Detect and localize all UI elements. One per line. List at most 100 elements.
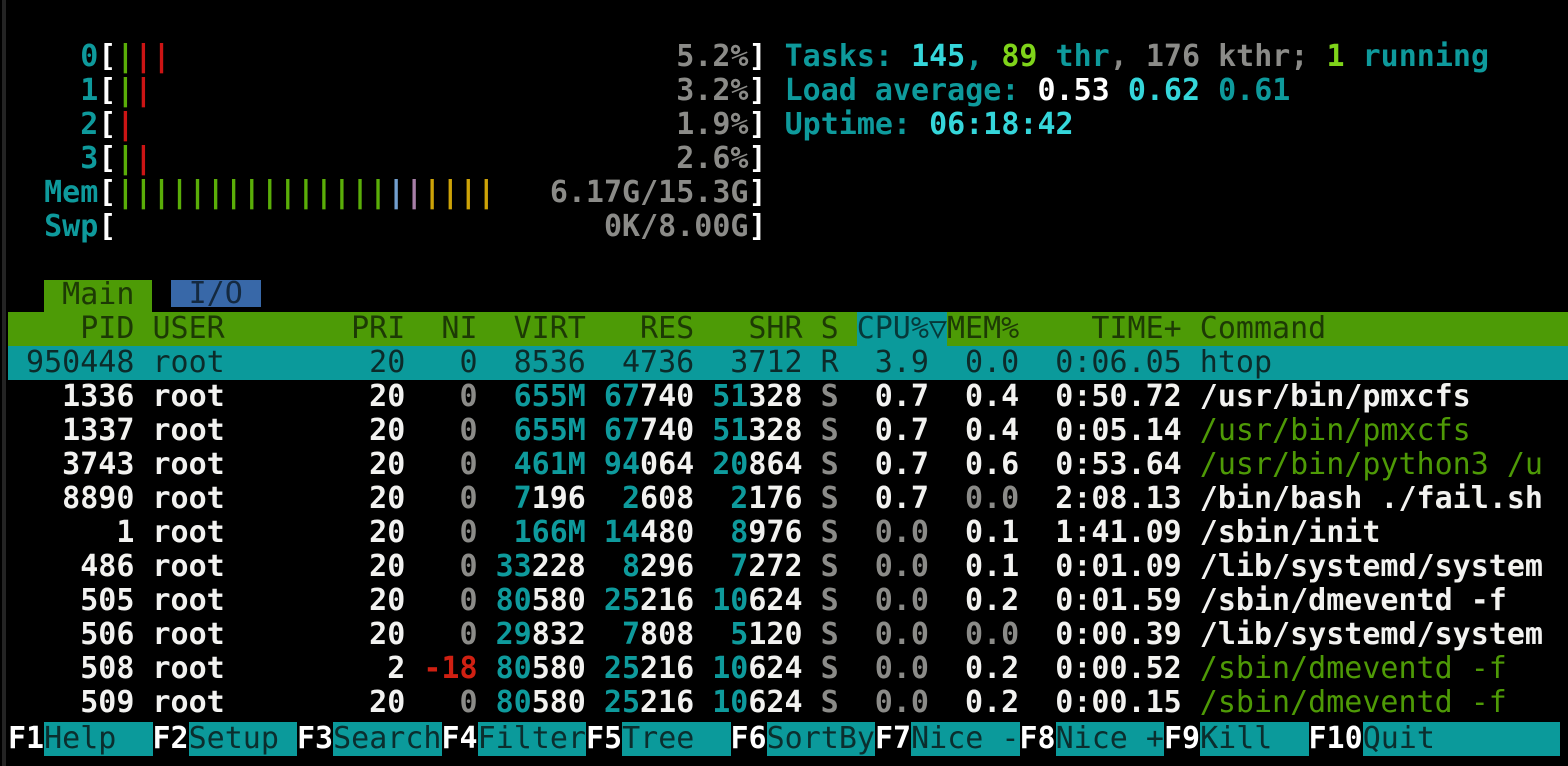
fnkey-F9[interactable]: F9 [1164, 722, 1200, 756]
fnlabel-F9[interactable]: Kill [1200, 722, 1308, 756]
process-row[interactable]: 509root200805802521610624S0.00.20:00.15/… [8, 686, 1568, 720]
num-high: 10 [712, 685, 748, 720]
process-row[interactable]: 1337root200655M6774051328S0.70.40:05.14/… [8, 414, 1568, 448]
fnkey-F10[interactable]: F10 [1309, 722, 1363, 756]
process-row[interactable]: 505root200805802521610624S0.00.20:01.59/… [8, 584, 1568, 618]
cell-pid: 505 [8, 584, 134, 618]
fnlabel-F5[interactable]: Tree [622, 722, 730, 756]
fnlabel-F6[interactable]: SortBy [767, 722, 875, 756]
fnlabel-F10[interactable]: Quit [1363, 722, 1560, 756]
cell-user: root [152, 618, 333, 652]
meter-bar: | [369, 176, 387, 210]
meter-body-mem: |||||||||||||||||||||6.17G/15.3G [116, 176, 748, 210]
cell-command: /sbin/dmeventd -f [1200, 652, 1568, 686]
cell-ni: 0 [423, 516, 477, 550]
cell-ni: 0 [423, 686, 477, 720]
column-header-cpu[interactable]: CPU%▽ [857, 312, 929, 346]
cell-user: root [152, 346, 333, 380]
cell-mem: 0.2 [947, 686, 1019, 720]
cell-user: root [152, 550, 333, 584]
meter-bar: | [116, 108, 134, 142]
cell-state: S [821, 516, 839, 550]
meter-close-bracket: ] [749, 176, 767, 210]
cell-res: 8296 [604, 550, 694, 584]
fnkey-F6[interactable]: F6 [731, 722, 767, 756]
fnlabel-F7[interactable]: Nice - [911, 722, 1019, 756]
fnlabel-F2[interactable]: Setup [189, 722, 297, 756]
cell-state: S [821, 584, 839, 618]
process-row[interactable]: 1336root200655M6774051328S0.70.40:50.72/… [8, 380, 1568, 414]
cell-res: 67740 [604, 414, 694, 448]
column-header-mem[interactable]: MEM% [947, 312, 1019, 346]
num-low: 712 [748, 345, 802, 380]
fnkey-F3[interactable]: F3 [297, 722, 333, 756]
num-low: 328 [748, 413, 802, 448]
column-header-pid[interactable]: PID [8, 312, 134, 346]
column-header-shr[interactable]: SHR [712, 312, 802, 346]
fnkey-F2[interactable]: F2 [153, 722, 189, 756]
column-header-user[interactable]: USER [152, 312, 333, 346]
column-header-res[interactable]: RES [604, 312, 694, 346]
meter-bars-cpu2: | [116, 108, 134, 142]
system-info-panel: Tasks: 145, 89 thr, 176 kthr; 1 runningL… [785, 40, 1489, 244]
process-row[interactable]: 1root200166M144808976S0.00.11:41.09/sbin… [8, 516, 1568, 550]
fnlabel-F3[interactable]: Search [333, 722, 441, 756]
cell-pid: 950448 [8, 346, 134, 380]
cell-state: S [821, 652, 839, 686]
column-header-command[interactable]: Command [1200, 312, 1568, 346]
meter-swp: Swp[0K/8.00G] [8, 210, 767, 244]
meter-body-cpu0: |||5.2% [116, 40, 748, 74]
cell-shr: 8976 [712, 516, 802, 550]
column-header-virt[interactable]: VIRT [496, 312, 586, 346]
column-header-s[interactable]: S [821, 312, 839, 346]
cell-user: root [152, 584, 333, 618]
num-high: 67 [604, 379, 640, 414]
column-header-pri[interactable]: PRI [351, 312, 405, 346]
fnkey-F5[interactable]: F5 [586, 722, 622, 756]
cell-shr: 2176 [712, 482, 802, 516]
num-high: 51 [712, 413, 748, 448]
tab-io[interactable]: I/O [171, 280, 261, 307]
cell-ni: 0 [423, 414, 477, 448]
num-high: 10 [712, 583, 748, 618]
cell-time: 0:53.64 [1037, 448, 1181, 482]
process-row[interactable]: 486root2003322882967272S0.00.10:01.09/li… [8, 550, 1568, 584]
tab-main[interactable]: Main [44, 280, 152, 312]
cell-ni: -18 [423, 652, 477, 686]
meter-bar: | [152, 176, 170, 210]
num-high: 80 [496, 651, 532, 686]
fnlabel-F1[interactable]: Help [44, 722, 152, 756]
num-low: 976 [748, 515, 802, 550]
cell-virt: 166M [496, 516, 586, 550]
process-row[interactable]: 950448root200853647363712R3.90.00:06.05h… [8, 346, 1568, 380]
fnkey-F4[interactable]: F4 [442, 722, 478, 756]
meter-bar: | [459, 176, 477, 210]
meter-open-bracket: [ [98, 210, 116, 244]
num-low: 740 [640, 413, 694, 448]
fnkey-F7[interactable]: F7 [875, 722, 911, 756]
column-header-ni[interactable]: NI [423, 312, 477, 346]
meter-bar: | [134, 74, 152, 108]
process-row[interactable]: 3743root200461M9406420864S0.70.60:53.64/… [8, 448, 1568, 482]
fnlabel-F4[interactable]: Filter [478, 722, 586, 756]
meter-body-cpu3: ||2.6% [116, 142, 748, 176]
process-row[interactable]: 8890root200719626082176S0.70.02:08.13/bi… [8, 482, 1568, 516]
meter-bar: | [116, 40, 134, 74]
meter-open-bracket: [ [98, 40, 116, 74]
process-row[interactable]: 508root2-18805802521610624S0.00.20:00.52… [8, 652, 1568, 686]
tasks-line: Tasks: 145, 89 thr, 176 kthr; 1 running [785, 40, 1489, 74]
cell-res: 7808 [604, 618, 694, 652]
load-average-line-segment: Load average: [785, 73, 1038, 108]
process-row[interactable]: 506root2002983278085120S0.00.00:00.39/li… [8, 618, 1568, 652]
meter-bars-cpu0: ||| [116, 40, 170, 74]
cell-command: /lib/systemd/system [1200, 550, 1568, 584]
fnkey-F8[interactable]: F8 [1020, 722, 1056, 756]
tasks-line-segment: thr [1038, 39, 1110, 74]
cell-virt: 7196 [496, 482, 586, 516]
fnlabel-F8[interactable]: Nice + [1056, 722, 1164, 756]
fnkey-F1[interactable]: F1 [8, 722, 44, 756]
column-header-time[interactable]: TIME+ [1037, 312, 1181, 346]
meter-cpu0: 0[|||5.2%] [8, 40, 767, 74]
num-low: 536 [532, 345, 586, 380]
cell-ni: 0 [423, 346, 477, 380]
